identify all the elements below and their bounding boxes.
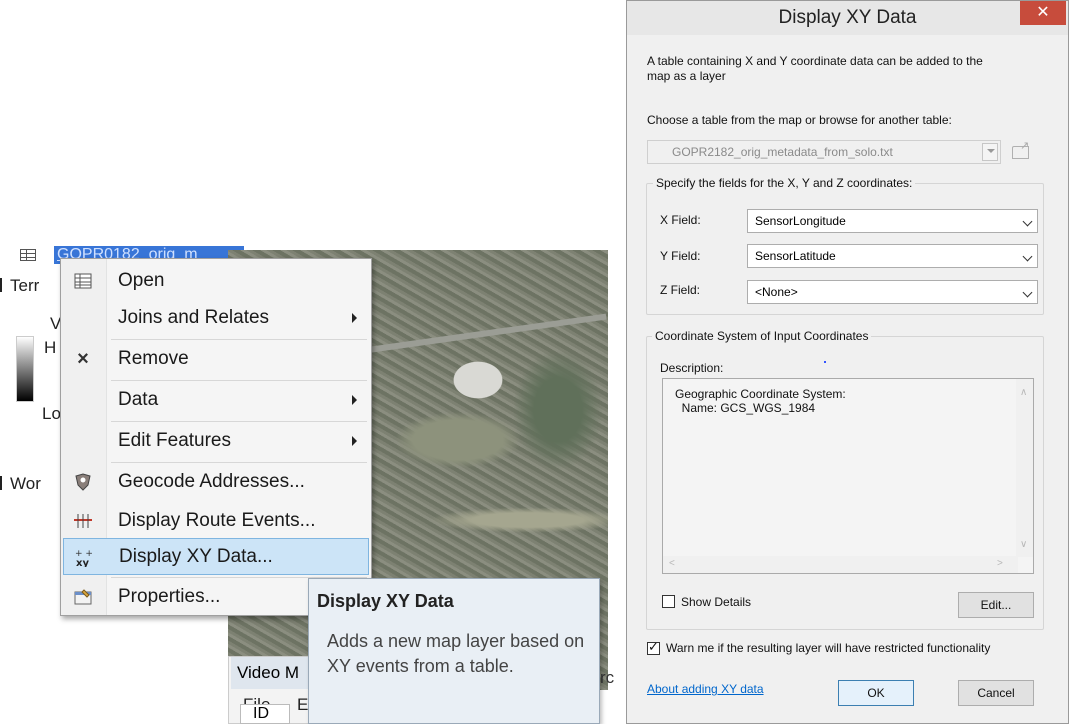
menu-item-edit-features[interactable]: Edit Features (63, 423, 369, 460)
chevron-down-icon (1022, 216, 1033, 227)
dialog-title: Display XY Data (778, 7, 917, 28)
show-details-checkbox[interactable] (662, 595, 675, 608)
menu-item-label: Open (118, 270, 165, 291)
scroll-right-icon[interactable]: > (997, 558, 1003, 569)
table-icon (71, 270, 95, 292)
video-menu-edit[interactable]: E (297, 695, 308, 715)
menu-item-display-route-events[interactable]: Display Route Events... (63, 503, 369, 540)
chevron-down-icon (1022, 287, 1033, 298)
menu-separator (111, 380, 367, 381)
route-events-icon (71, 510, 95, 532)
geocode-icon (71, 471, 95, 493)
submenu-arrow-icon (352, 395, 357, 405)
scroll-left-icon[interactable]: < (669, 558, 675, 569)
menu-item-label: Joins and Relates (118, 307, 270, 328)
toc-item-high: H (44, 338, 57, 357)
menu-item-label: Display Route Events... (118, 510, 316, 531)
menu-item-remove[interactable]: × Remove (63, 341, 369, 378)
submenu-arrow-icon (352, 436, 357, 446)
table-select[interactable]: GOPR2182_orig_metadata_from_solo.txt (647, 140, 1001, 164)
choose-table-label: Choose a table from the map or browse fo… (647, 113, 952, 127)
vertical-scrollbar[interactable]: ∧ ∨ (1016, 379, 1033, 557)
menu-item-label: Data (118, 389, 159, 410)
layer-context-menu: Open Joins and Relates × Remove Data Edi… (60, 258, 372, 616)
z-field-value: <None> (755, 285, 798, 299)
scroll-up-icon[interactable]: ∧ (1020, 387, 1027, 398)
menu-item-open[interactable]: Open (63, 263, 369, 300)
menu-item-label: Remove (118, 348, 189, 369)
tooltip-title: Display XY Data (317, 591, 454, 611)
toc-item-terrain[interactable]: Terr (0, 276, 39, 296)
menu-item-data[interactable]: Data (63, 382, 369, 419)
x-field-label: X Field: (660, 213, 701, 227)
horizontal-scrollbar[interactable]: < > (663, 556, 1018, 573)
cancel-button[interactable]: Cancel (958, 680, 1034, 706)
close-icon: ✕ (1036, 4, 1050, 21)
dialog-intro-line1: A table containing X and Y coordinate da… (647, 54, 983, 68)
menu-item-joins-and-relates[interactable]: Joins and Relates (63, 300, 369, 337)
y-field-label: Y Field: (660, 249, 701, 263)
svg-text:xy: xy (76, 558, 89, 567)
display-xy-tooltip: Display XY Data Adds a new map layer bas… (308, 578, 600, 724)
menu-separator (111, 462, 367, 463)
menu-item-label: Geocode Addresses... (118, 471, 305, 492)
menu-item-label: Properties... (118, 586, 221, 607)
scroll-down-icon[interactable]: ∨ (1020, 539, 1027, 550)
chevron-down-icon (1022, 251, 1033, 262)
show-details-label[interactable]: Show Details (681, 595, 751, 609)
table-select-value: GOPR2182_orig_metadata_from_solo.txt (672, 145, 893, 159)
toc-item-world[interactable]: Wor (0, 474, 41, 494)
submenu-arrow-icon (352, 313, 357, 323)
edit-button[interactable]: Edit... (958, 592, 1034, 618)
warn-restricted-label[interactable]: Warn me if the resulting layer will have… (666, 641, 990, 655)
x-field-select[interactable]: SensorLongitude (747, 209, 1038, 233)
video-window-title: Video M (231, 657, 309, 689)
description-line2: Name: GCS_WGS_1984 (675, 401, 816, 415)
table-icon (20, 249, 36, 261)
chevron-down-icon (982, 143, 998, 161)
menu-separator (111, 421, 367, 422)
video-partial-text: rc (600, 668, 615, 687)
browse-table-button[interactable]: ↗ (1010, 140, 1032, 161)
description-line1: Geographic Coordinate System: (675, 387, 846, 401)
z-field-select[interactable]: <None> (747, 280, 1038, 304)
menu-item-label: Display XY Data... (119, 546, 273, 567)
properties-icon (71, 586, 95, 608)
y-field-select[interactable]: SensorLatitude (747, 244, 1038, 268)
close-button[interactable]: ✕ (1020, 1, 1066, 25)
video-column-id[interactable]: ID (240, 704, 290, 724)
menu-item-geocode-addresses[interactable]: Geocode Addresses... (63, 464, 369, 501)
description-textbox[interactable]: Geographic Coordinate System: Name: GCS_… (662, 378, 1034, 574)
toc-item-low: Lo (42, 404, 61, 423)
dialog-intro-line2: map as a layer (647, 69, 726, 83)
dialog-titlebar[interactable]: Display XY Data ✕ (627, 1, 1068, 35)
description-label: Description: (660, 361, 724, 375)
x-field-value: SensorLongitude (755, 214, 846, 228)
menu-separator (111, 339, 367, 340)
menu-item-label: Edit Features (118, 430, 231, 451)
xy-data-icon: + + xy (72, 546, 96, 568)
fields-group-caption: Specify the fields for the X, Y and Z co… (653, 176, 916, 190)
warn-restricted-checkbox[interactable] (647, 640, 660, 655)
tooltip-body: Adds a new map layer based on XY events … (327, 631, 585, 676)
arrow-icon: ↗ (1020, 140, 1030, 152)
coordinate-system-caption: Coordinate System of Input Coordinates (652, 329, 872, 343)
ok-button[interactable]: OK (838, 680, 914, 706)
about-xy-data-link[interactable]: About adding XY data (647, 682, 764, 696)
z-field-label: Z Field: (660, 283, 701, 297)
y-field-value: SensorLatitude (755, 249, 836, 263)
menu-item-display-xy-data[interactable]: + + xy Display XY Data... (63, 538, 369, 575)
remove-x-icon: × (77, 347, 89, 370)
elevation-legend-ramp (16, 336, 34, 402)
stray-dot (824, 361, 826, 363)
